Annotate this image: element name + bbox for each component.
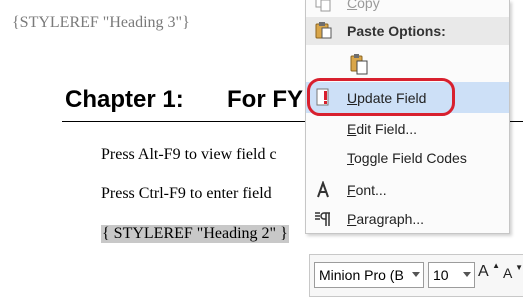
paragraph-icon xyxy=(315,212,330,226)
copy-icon xyxy=(315,0,331,12)
chevron-down-icon xyxy=(463,272,471,277)
menu-item-toggle-field-codes[interactable]: Toggle Field Codes xyxy=(306,143,509,173)
shrink-font-button[interactable]: A ▼ xyxy=(503,263,523,287)
font-name-select[interactable]: Minion Pro (B xyxy=(314,262,424,288)
shrink-font-icon: A xyxy=(503,265,513,281)
header-styleref-field[interactable]: {STYLEREF "Heading 3"} xyxy=(12,14,190,32)
menu-item-edit-field-label: Edit Field... xyxy=(347,121,418,137)
chapter-title: For FY xyxy=(227,86,303,113)
caret-down-icon: ▼ xyxy=(515,263,523,272)
chevron-down-icon xyxy=(412,272,420,277)
paste-options-header: Paste Options: xyxy=(306,17,509,45)
paragraph-alt-f9[interactable]: Press Alt-F9 to view field c xyxy=(101,146,277,164)
grow-font-button[interactable]: A ▲ xyxy=(478,261,500,287)
mini-toolbar: Minion Pro (B 10 A ▲ A ▼ xyxy=(309,254,523,297)
paste-options-row xyxy=(306,48,509,80)
menu-item-toggle-field-codes-label: Toggle Field Codes xyxy=(347,150,467,166)
menu-item-copy[interactable]: Copy xyxy=(306,0,509,18)
grow-font-icon: A xyxy=(478,263,489,280)
chapter-number: Chapter 1: xyxy=(65,86,184,113)
menu-item-copy-label: Copy xyxy=(347,0,380,11)
menu-item-font[interactable]: Font... xyxy=(306,175,509,205)
annotation-highlight-ring xyxy=(307,78,455,116)
menu-item-paragraph-label: Paragraph... xyxy=(347,211,425,227)
menu-item-font-label: Font... xyxy=(347,182,387,198)
menu-item-edit-field[interactable]: Edit Field... xyxy=(306,114,509,144)
font-size-value: 10 xyxy=(433,267,449,283)
paste-options-label: Paste Options: xyxy=(347,23,446,39)
styleref-field-code[interactable]: { STYLEREF "Heading 2" } xyxy=(101,225,289,243)
menu-item-paragraph[interactable]: Paragraph... xyxy=(306,204,509,234)
font-icon xyxy=(317,181,329,198)
font-size-select[interactable]: 10 xyxy=(428,262,475,288)
chapter-heading[interactable]: Chapter 1: For FY xyxy=(65,86,303,118)
clipboard-icon xyxy=(315,22,332,39)
paste-text-only-icon[interactable] xyxy=(350,53,368,75)
context-menu: Copy Paste Options: Update Field Edit Fi… xyxy=(305,0,510,234)
caret-up-icon: ▲ xyxy=(492,261,500,270)
font-name-value: Minion Pro (B xyxy=(319,267,404,283)
paragraph-ctrl-f9[interactable]: Press Ctrl-F9 to enter field xyxy=(101,185,272,203)
